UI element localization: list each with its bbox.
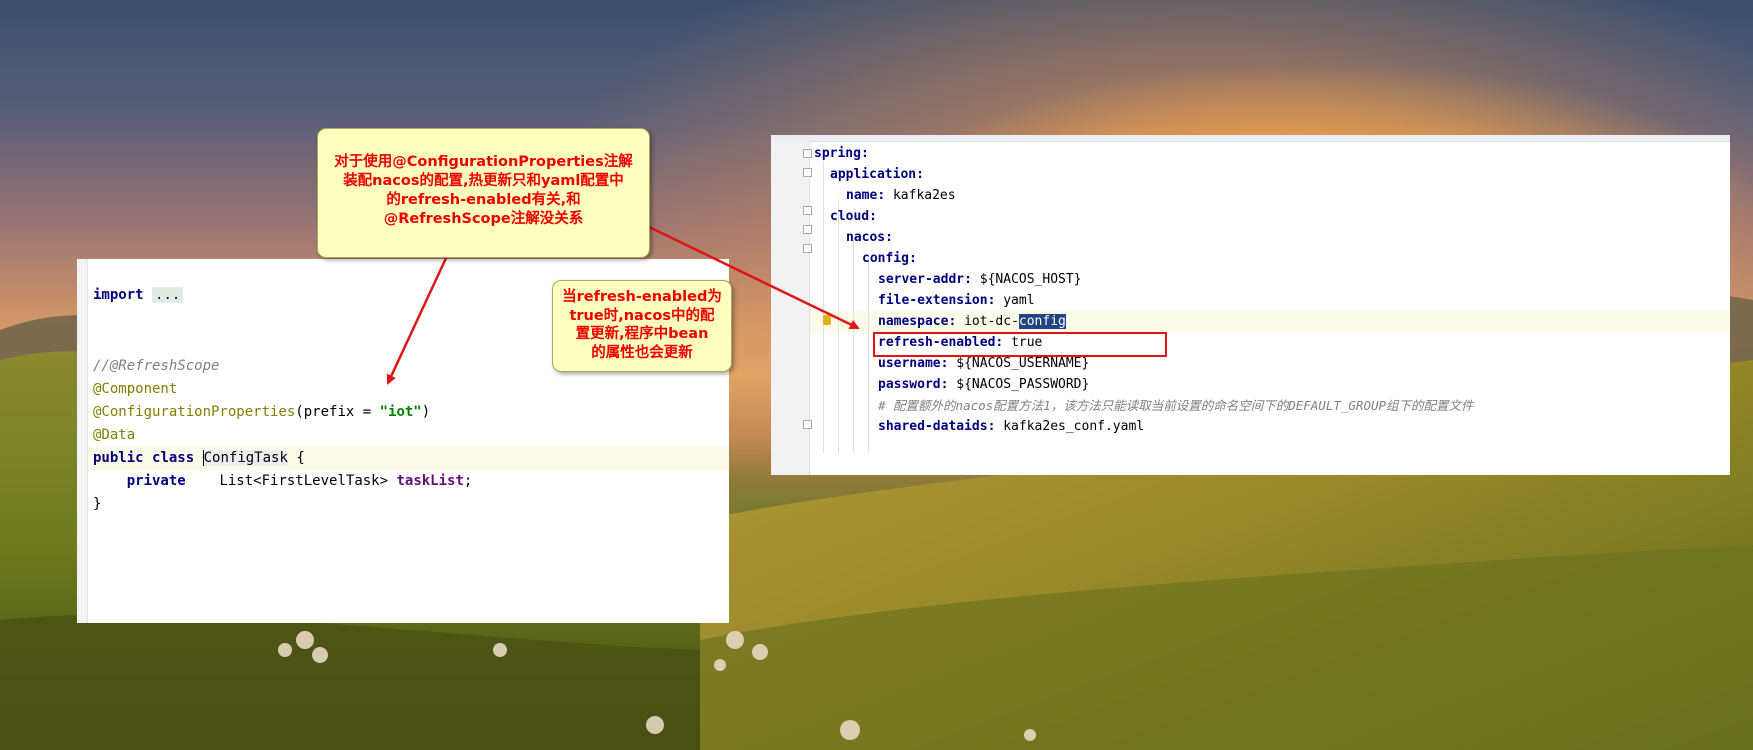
callout-line: 对于使用@ConfigurationProperties注解 <box>334 154 633 170</box>
callout-line: 的属性也会更新 <box>591 344 693 361</box>
annotation-arrows <box>386 224 860 385</box>
callout-line: true时,nacos中的配 <box>569 307 715 324</box>
callout-note-annotation-explanation: 对于使用@ConfigurationProperties注解 装配nacos的配… <box>317 128 650 258</box>
callout-line: 置更新,程序中bean <box>575 326 709 342</box>
arrow-to-java-code <box>386 255 449 385</box>
callout-line: 装配nacos的配置,热更新只和yaml配置中 <box>343 173 624 189</box>
callout-line: @RefreshScope注解没关系 <box>383 211 584 227</box>
callout-line: 的refresh-enabled有关,和 <box>386 192 581 208</box>
callout-line: 当refresh-enabled为 <box>562 289 722 305</box>
callout-note-refresh-enabled: 当refresh-enabled为 true时,nacos中的配 置更新,程序中… <box>552 280 732 372</box>
